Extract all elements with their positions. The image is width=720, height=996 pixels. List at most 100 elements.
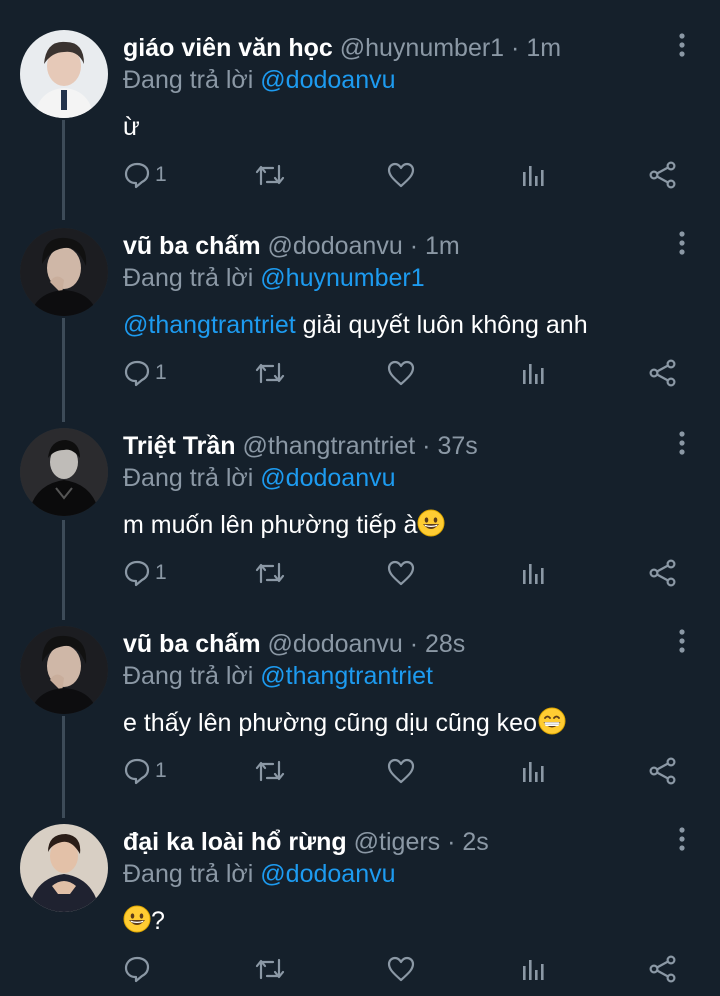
retweet-button[interactable] (255, 558, 285, 588)
grinning-face-emoji (123, 905, 151, 942)
reply-to-mention[interactable]: @dodoanvu (260, 464, 395, 492)
reply-to-mention[interactable]: @thangtrantriet (260, 662, 433, 690)
tweet-text: @thangtrantriet giải quyết luôn không an… (123, 308, 588, 342)
share-button[interactable] (649, 954, 677, 984)
timestamp[interactable]: 28s (425, 630, 465, 658)
share-button[interactable] (649, 160, 677, 190)
tweet-body: ? (151, 907, 165, 935)
tweet[interactable]: Triệt Trần @thangtrantriet · 37s Đang tr… (0, 428, 720, 598)
like-button[interactable] (387, 160, 415, 190)
reply-prefix: Đang trả lời (123, 66, 254, 94)
display-name[interactable]: vũ ba chấm (123, 630, 261, 658)
more-options-button[interactable] (672, 230, 692, 256)
analytics-button[interactable] (520, 358, 546, 388)
analytics-button[interactable] (520, 558, 546, 588)
share-button[interactable] (649, 558, 677, 588)
retweet-icon (255, 164, 285, 186)
analytics-icon (523, 166, 544, 186)
more-options-button[interactable] (672, 628, 692, 654)
display-name[interactable]: vũ ba chấm (123, 232, 261, 260)
retweet-button[interactable] (255, 358, 285, 388)
tweet[interactable]: đại ka loài hổ rừng @tigers · 2s Đang tr… (0, 824, 720, 994)
avatar[interactable] (20, 824, 108, 912)
like-button[interactable] (387, 358, 415, 388)
share-icon (649, 359, 676, 387)
retweet-icon (255, 958, 285, 980)
replying-to: Đang trả lời @dodoanvu (123, 64, 396, 96)
avatar[interactable] (20, 228, 108, 316)
reply-icon (124, 956, 150, 983)
reply-prefix: Đang trả lời (123, 662, 254, 690)
tweet[interactable]: vũ ba chấm @dodoanvu · 1m Đang trả lời @… (0, 228, 720, 398)
more-vertical-icon (679, 431, 685, 455)
display-name[interactable]: giáo viên văn học (123, 34, 333, 62)
heart-icon (387, 360, 415, 386)
action-bar: 1 (123, 558, 683, 588)
retweet-button[interactable] (255, 756, 285, 786)
reply-prefix: Đang trả lời (123, 264, 254, 292)
tweet[interactable]: vũ ba chấm @dodoanvu · 28s Đang trả lời … (0, 626, 720, 796)
tweet-text: ? (123, 904, 165, 942)
reply-button[interactable]: 1 (123, 558, 167, 588)
more-vertical-icon (679, 629, 685, 653)
more-options-button[interactable] (672, 826, 692, 852)
reply-button[interactable] (123, 954, 155, 984)
more-vertical-icon (679, 33, 685, 57)
tweet-body: ừ (123, 113, 140, 141)
analytics-icon (523, 564, 544, 584)
reply-to-mention[interactable]: @dodoanvu (260, 66, 395, 94)
share-icon (649, 559, 676, 587)
share-button[interactable] (649, 358, 677, 388)
user-handle[interactable]: @thangtrantriet (243, 432, 416, 460)
separator: · (409, 232, 419, 260)
tweet-text: ừ (123, 110, 140, 144)
analytics-button[interactable] (520, 954, 546, 984)
retweet-button[interactable] (255, 954, 285, 984)
timestamp[interactable]: 37s (437, 432, 477, 460)
reply-button[interactable]: 1 (123, 358, 167, 388)
reply-count: 1 (155, 759, 167, 782)
grinning-face-emoji (417, 509, 445, 546)
reply-button[interactable]: 1 (123, 160, 167, 190)
reply-icon (124, 758, 150, 785)
display-name[interactable]: đại ka loài hổ rừng (123, 828, 347, 856)
reply-icon (124, 162, 150, 189)
tweet-header: vũ ba chấm @dodoanvu · 28s (123, 628, 465, 660)
display-name[interactable]: Triệt Trần (123, 432, 236, 460)
tweet[interactable]: giáo viên văn học @huynumber1 · 1m Đang … (0, 30, 720, 200)
separator: · (409, 630, 419, 658)
action-bar (123, 954, 683, 984)
reply-to-mention[interactable]: @dodoanvu (260, 860, 395, 888)
user-handle[interactable]: @tigers (354, 828, 441, 856)
action-bar: 1 (123, 756, 683, 786)
retweet-button[interactable] (255, 160, 285, 190)
more-options-button[interactable] (672, 430, 692, 456)
tweet-header: đại ka loài hổ rừng @tigers · 2s (123, 826, 489, 858)
more-options-button[interactable] (672, 32, 692, 58)
avatar[interactable] (20, 626, 108, 714)
tweet-text: m muốn lên phường tiếp à (123, 508, 445, 546)
analytics-button[interactable] (520, 756, 546, 786)
like-button[interactable] (387, 756, 415, 786)
user-handle[interactable]: @dodoanvu (268, 630, 403, 658)
like-button[interactable] (387, 954, 415, 984)
avatar[interactable] (20, 30, 108, 118)
reply-button[interactable]: 1 (123, 756, 167, 786)
reply-count: 1 (155, 361, 167, 384)
like-button[interactable] (387, 558, 415, 588)
avatar[interactable] (20, 428, 108, 516)
replying-to: Đang trả lời @dodoanvu (123, 462, 396, 494)
body-mention[interactable]: @thangtrantriet (123, 311, 296, 339)
share-button[interactable] (649, 756, 677, 786)
timestamp[interactable]: 2s (462, 828, 488, 856)
user-handle[interactable]: @huynumber1 (340, 34, 504, 62)
tweet-body: m muốn lên phường tiếp à (123, 511, 418, 539)
separator: · (422, 432, 431, 460)
replying-to: Đang trả lời @huynumber1 (123, 262, 425, 294)
share-icon (649, 161, 676, 189)
analytics-button[interactable] (520, 160, 546, 190)
reply-to-mention[interactable]: @huynumber1 (260, 264, 424, 292)
user-handle[interactable]: @dodoanvu (268, 232, 403, 260)
timestamp[interactable]: 1m (425, 232, 460, 260)
timestamp[interactable]: 1m (526, 34, 561, 62)
